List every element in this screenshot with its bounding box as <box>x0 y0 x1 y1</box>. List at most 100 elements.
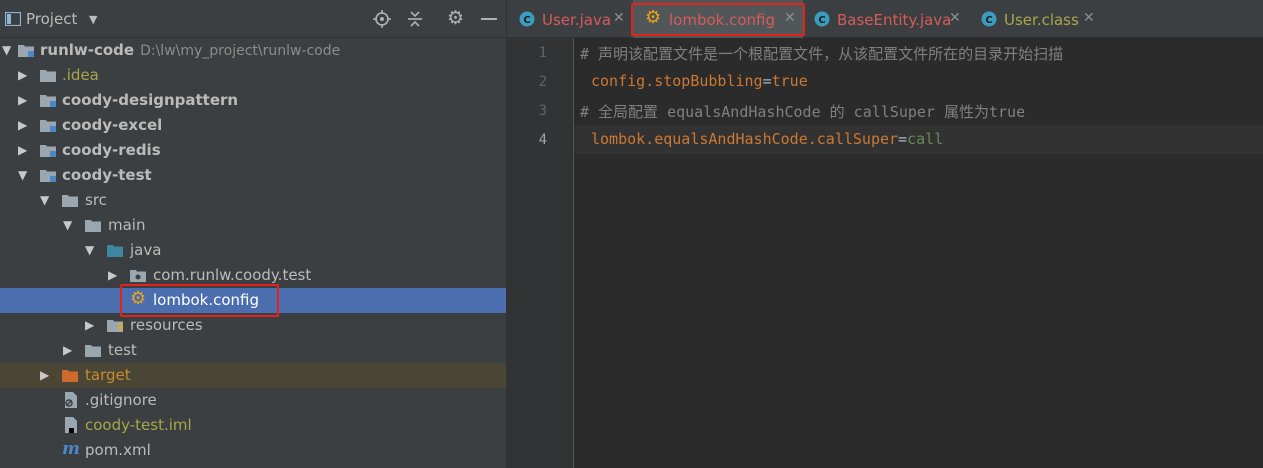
tree-item-target[interactable]: ▶ target <box>0 363 506 388</box>
expanded-arrow-icon[interactable]: ▼ <box>40 193 49 207</box>
tree-item-label: .idea <box>62 66 99 84</box>
tree-item-label: coody-designpattern <box>62 91 239 109</box>
collapsed-arrow-icon[interactable]: ▶ <box>18 118 27 132</box>
project-panel: Project ▼ ⚙ ▼ runlw-code D:\lw\my_project… <box>0 0 506 468</box>
tree-item-idea[interactable]: ▶ .idea <box>0 63 506 88</box>
tab-highlight-box <box>631 3 805 36</box>
tree-item-label: com.runlw.coody.test <box>153 266 312 284</box>
folder-icon <box>62 195 78 207</box>
tree-item-label: java <box>130 241 162 259</box>
tree-item-coody-designpattern[interactable]: ▶ coody-designpattern <box>0 88 506 113</box>
svg-text:C: C <box>985 15 992 26</box>
project-path: D:\lw\my_project\runlw-code <box>140 43 341 59</box>
collapse-all-icon[interactable] <box>406 10 424 28</box>
folder-icon <box>40 70 56 82</box>
tree-item-main[interactable]: ▼ main <box>0 213 506 238</box>
code-line[interactable]: config.stopBubbling=true <box>574 67 1263 96</box>
minimize-icon[interactable] <box>481 18 497 20</box>
iml-file-icon <box>65 417 77 433</box>
maven-icon: m <box>62 439 80 459</box>
code-line[interactable]: # 全局配置 equalsAndHashCode 的 callSuper 属性为… <box>574 96 1263 125</box>
module-folder-icon <box>40 95 56 107</box>
code-comment: # 全局配置 equalsAndHashCode 的 callSuper 属性为… <box>580 103 1026 121</box>
expanded-arrow-icon[interactable]: ▼ <box>63 218 72 232</box>
tree-item-coody-test[interactable]: ▼ coody-test <box>0 163 506 188</box>
tree-item-iml[interactable]: coody-test.iml <box>0 413 506 438</box>
collapsed-arrow-icon[interactable]: ▶ <box>18 93 27 107</box>
tree-item-label: coody-excel <box>62 116 163 134</box>
code-property: config.stopBubbling=true <box>591 72 808 90</box>
gitignore-file-icon <box>65 392 77 408</box>
locate-target-icon[interactable] <box>373 10 391 28</box>
expanded-arrow-icon[interactable]: ▼ <box>18 168 27 182</box>
module-folder-icon <box>40 145 56 157</box>
tab-user-java[interactable]: C User.java ✕ <box>507 0 629 38</box>
property-equals: = <box>898 130 908 148</box>
tab-label: User.java <box>542 11 612 29</box>
line-number: 1 <box>538 45 547 61</box>
tree-item-runlw-code[interactable]: ▼ runlw-code D:\lw\my_project\runlw-code <box>0 38 506 63</box>
tree-item-gitignore[interactable]: .gitignore <box>0 388 506 413</box>
line-number-gutter: 1 2 3 4 <box>507 38 574 468</box>
tree-item-label: coody-test.iml <box>85 416 192 434</box>
collapsed-arrow-icon[interactable]: ▶ <box>40 368 49 382</box>
tree-item-label: target <box>85 366 131 384</box>
code-editor[interactable]: 1 2 3 4 # 声明该配置文件是一个根配置文件，从该配置文件所在的目录开始扫… <box>507 38 1263 468</box>
svg-text:C: C <box>818 15 825 26</box>
line-number: 4 <box>538 132 547 148</box>
java-class-icon: C <box>519 11 535 27</box>
tree-item-label: runlw-code D:\lw\my_project\runlw-code <box>40 41 341 59</box>
excluded-folder-icon <box>62 370 78 382</box>
collapsed-arrow-icon[interactable]: ▶ <box>18 143 27 157</box>
tree-item-label: coody-redis <box>62 141 161 159</box>
code-property: lombok.equalsAndHashCode.callSuper=call <box>591 130 943 148</box>
project-view-title[interactable]: Project <box>26 10 77 28</box>
tree-item-label: main <box>108 216 146 234</box>
code-line[interactable]: # 声明该配置文件是一个根配置文件，从该配置文件所在的目录开始扫描 <box>574 38 1263 67</box>
property-value: true <box>771 72 808 90</box>
code-comment: # 声明该配置文件是一个根配置文件，从该配置文件所在的目录开始扫描 <box>580 45 1064 63</box>
close-icon[interactable]: ✕ <box>613 10 625 26</box>
expanded-arrow-icon[interactable]: ▼ <box>2 43 11 57</box>
tree-item-label: test <box>108 341 137 359</box>
editor-tab-bar: C User.java ✕ ⚙ lombok.config ✕ C BaseEn… <box>507 0 1263 38</box>
close-icon[interactable]: ✕ <box>1083 10 1095 26</box>
line-number: 2 <box>538 74 547 90</box>
collapsed-arrow-icon[interactable]: ▶ <box>18 68 27 82</box>
tab-baseentity-java[interactable]: C BaseEntity.java ✕ <box>805 0 969 38</box>
svg-text:C: C <box>523 15 530 26</box>
chevron-down-icon[interactable]: ▼ <box>89 13 97 26</box>
tree-item-label: src <box>85 191 107 209</box>
package-icon <box>130 270 146 282</box>
collapsed-arrow-icon[interactable]: ▶ <box>63 343 72 357</box>
tree-item-pom[interactable]: m pom.xml <box>0 438 506 463</box>
property-key: config.stopBubbling <box>591 72 763 90</box>
property-value: call <box>907 130 944 148</box>
tab-label: User.class <box>1004 11 1079 29</box>
tree-highlight-box <box>120 284 279 317</box>
expanded-arrow-icon[interactable]: ▼ <box>85 243 94 257</box>
tree-item-src[interactable]: ▼ src <box>0 188 506 213</box>
collapsed-arrow-icon[interactable]: ▶ <box>85 318 94 332</box>
folder-icon <box>85 345 101 357</box>
tree-item-label: resources <box>130 316 203 334</box>
tree-item-java[interactable]: ▼ java <box>0 238 506 263</box>
collapsed-arrow-icon[interactable]: ▶ <box>108 268 117 282</box>
line-number: 3 <box>538 103 547 119</box>
project-panel-header: Project ▼ ⚙ <box>0 0 506 38</box>
tab-label: BaseEntity.java <box>837 11 952 29</box>
folder-icon <box>85 220 101 232</box>
module-folder-icon <box>40 170 56 182</box>
code-line-current[interactable]: lombok.equalsAndHashCode.callSuper=call <box>574 125 1263 154</box>
java-class-icon: C <box>814 11 830 27</box>
source-folder-icon <box>107 245 123 257</box>
tree-item-coody-redis[interactable]: ▶ coody-redis <box>0 138 506 163</box>
tree-item-test[interactable]: ▶ test <box>0 338 506 363</box>
property-equals: = <box>762 72 772 90</box>
module-folder-icon <box>40 120 56 132</box>
gear-icon[interactable]: ⚙ <box>447 7 464 29</box>
tree-item-coody-excel[interactable]: ▶ coody-excel <box>0 113 506 138</box>
module-folder-icon <box>18 45 34 57</box>
close-icon[interactable]: ✕ <box>949 10 961 26</box>
tab-user-class[interactable]: C User.class ✕ <box>973 0 1103 38</box>
